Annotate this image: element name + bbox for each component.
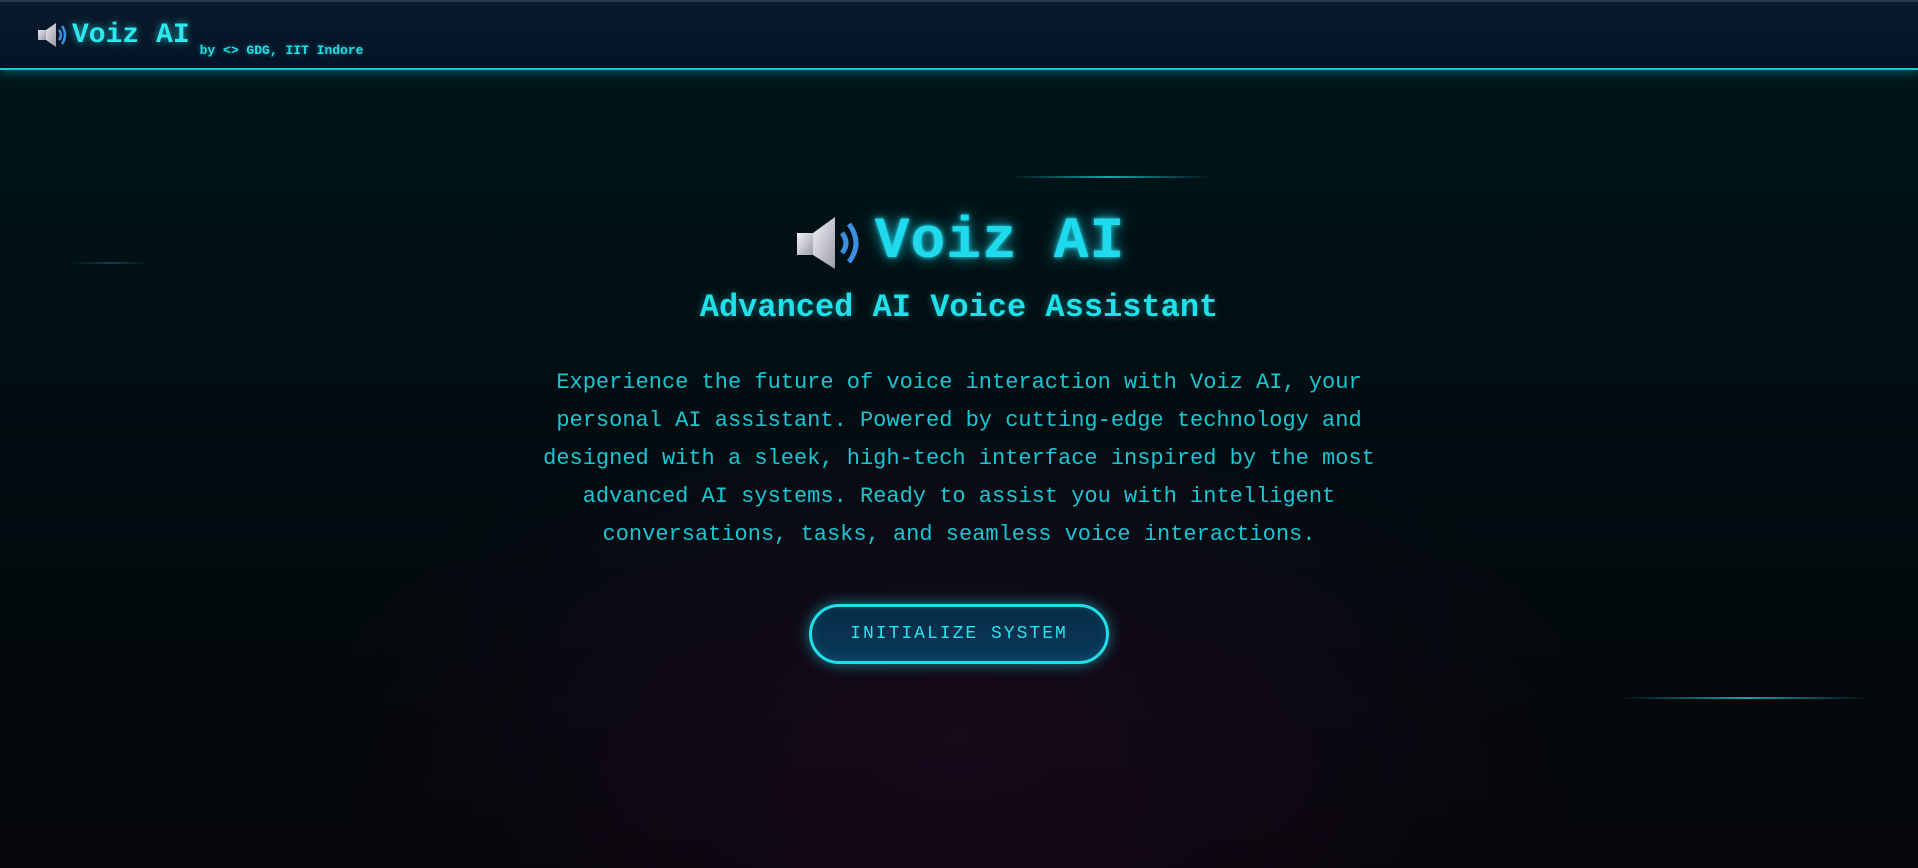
decorative-line: [1620, 697, 1870, 699]
hero-title: Voiz AI: [874, 210, 1126, 275]
byline: by <> GDG, IIT Indore: [199, 43, 364, 58]
hero-title-row: Voiz AI: [0, 210, 1918, 275]
hero-description: Experience the future of voice interacti…: [543, 370, 1375, 547]
top-nav-bar: Voiz AI by <> GDG, IIT Indore: [0, 0, 1918, 70]
decorative-line: [1010, 176, 1210, 178]
hero-section: Voiz AI Advanced AI Voice Assistant Expe…: [0, 210, 1918, 664]
speaker-icon: [796, 216, 859, 269]
initialize-system-button[interactable]: INITIALIZE SYSTEM: [809, 604, 1109, 664]
brand[interactable]: Voiz AI by <> GDG, IIT Indore: [36, 20, 363, 58]
speaker-icon: [38, 23, 67, 47]
hero-subtitle: Advanced AI Voice Assistant: [699, 289, 1219, 326]
app-name: Voiz AI: [72, 20, 190, 51]
